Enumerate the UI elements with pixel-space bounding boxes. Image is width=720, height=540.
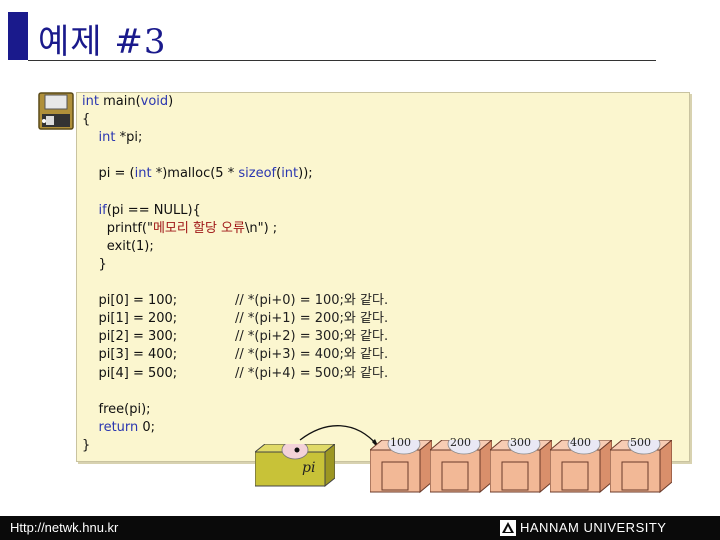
code-line: pi[1] = 200; // *(pi+1) = 200;와 같다. [82, 311, 389, 327]
code-token: 메모리 할당 오류 [152, 220, 245, 236]
code-token: // *(pi+1) = 200;와 같다. [235, 311, 389, 327]
code-token: // *(pi+3) = 400;와 같다. [235, 347, 389, 363]
code-token: pi = ( [82, 166, 135, 182]
code-token: // *(pi+2) = 300;와 같다. [235, 329, 389, 345]
code-token: return [98, 419, 139, 435]
slide-title: 예제 #3 [38, 22, 167, 62]
code-line: pi[0] = 100; // *(pi+0) = 100;와 같다. [82, 293, 389, 309]
floppy-disk-icon [38, 92, 74, 130]
code-token: *pi; [115, 130, 143, 146]
footer-url: Http://netwk.hnu.kr [10, 520, 119, 535]
code-line: pi[4] = 500; // *(pi+4) = 500;와 같다. [82, 365, 389, 382]
code-token: main( [98, 94, 141, 109]
code-line: free(pi); [82, 402, 151, 418]
code-token: // *(pi+4) = 500;와 같다. [235, 365, 389, 381]
footer-university: HANNAM UNIVERSITY [520, 520, 667, 535]
code-line: pi[3] = 400; // *(pi+3) = 400;와 같다. [82, 347, 389, 363]
pointer-label: pi [302, 460, 316, 476]
code-line: exit(1); [82, 239, 154, 255]
code-token: printf(" [82, 220, 153, 236]
code-token: pi[2] = 300; [82, 329, 236, 345]
memory-cell: 200 [428, 433, 494, 498]
memory-value: 300 [510, 436, 531, 449]
university-logo-icon [500, 520, 516, 536]
code-line: } [82, 438, 90, 454]
code-line: int main(void) [82, 94, 173, 110]
code-token: *)malloc(5 * [151, 166, 239, 182]
code-token: sizeof [238, 166, 277, 182]
code-token: (pi == NULL){ [106, 202, 201, 218]
memory-value: 500 [630, 436, 651, 449]
code-token: if [98, 202, 107, 218]
code-token: ) [168, 94, 174, 109]
pointer-variable-box [255, 444, 335, 488]
code-token: int [134, 166, 152, 182]
code-token: pi[3] = 400; [82, 347, 236, 363]
code-token: \n") ; [244, 220, 278, 236]
code-token: )); [298, 166, 313, 182]
code-token: int [281, 166, 299, 182]
title-accent-bar [8, 12, 28, 60]
memory-value: 100 [390, 436, 411, 449]
memory-value: 200 [450, 436, 471, 449]
code-token: { [82, 112, 91, 128]
code-line: return 0; [82, 419, 156, 436]
code-token: free(pi); [82, 401, 151, 417]
code-token: pi[4] = 500; [82, 365, 236, 381]
code-token: void [140, 94, 169, 109]
code-line: if(pi == NULL){ [82, 203, 201, 219]
memory-cell: 100 [368, 433, 434, 498]
memory-value: 400 [570, 436, 591, 449]
code-line: pi[2] = 300; // *(pi+2) = 300;와 같다. [82, 329, 389, 345]
code-token: 0; [138, 419, 156, 435]
code-line: pi = (int *)malloc(5 * sizeof(int)); [82, 166, 313, 182]
code-token: int [82, 94, 99, 109]
code-panel [76, 92, 690, 462]
code-token: int [98, 130, 116, 146]
code-token: pi[0] = 100; [82, 293, 236, 309]
title-divider [28, 60, 656, 61]
code-line: int *pi; [82, 130, 143, 146]
code-token: } [82, 437, 91, 453]
memory-cell: 500 [608, 433, 674, 498]
code-token: exit(1); [82, 238, 154, 254]
code-line: printf("메모리 할당 오류\n") ; [82, 221, 277, 237]
code-line: { [82, 112, 90, 128]
code-line: } [82, 257, 107, 273]
code-token: // *(pi+0) = 100;와 같다. [235, 293, 389, 309]
code-token: } [82, 256, 107, 272]
memory-cell: 400 [548, 433, 614, 498]
memory-cell: 300 [488, 433, 554, 498]
code-token: pi[1] = 200; [82, 311, 236, 327]
